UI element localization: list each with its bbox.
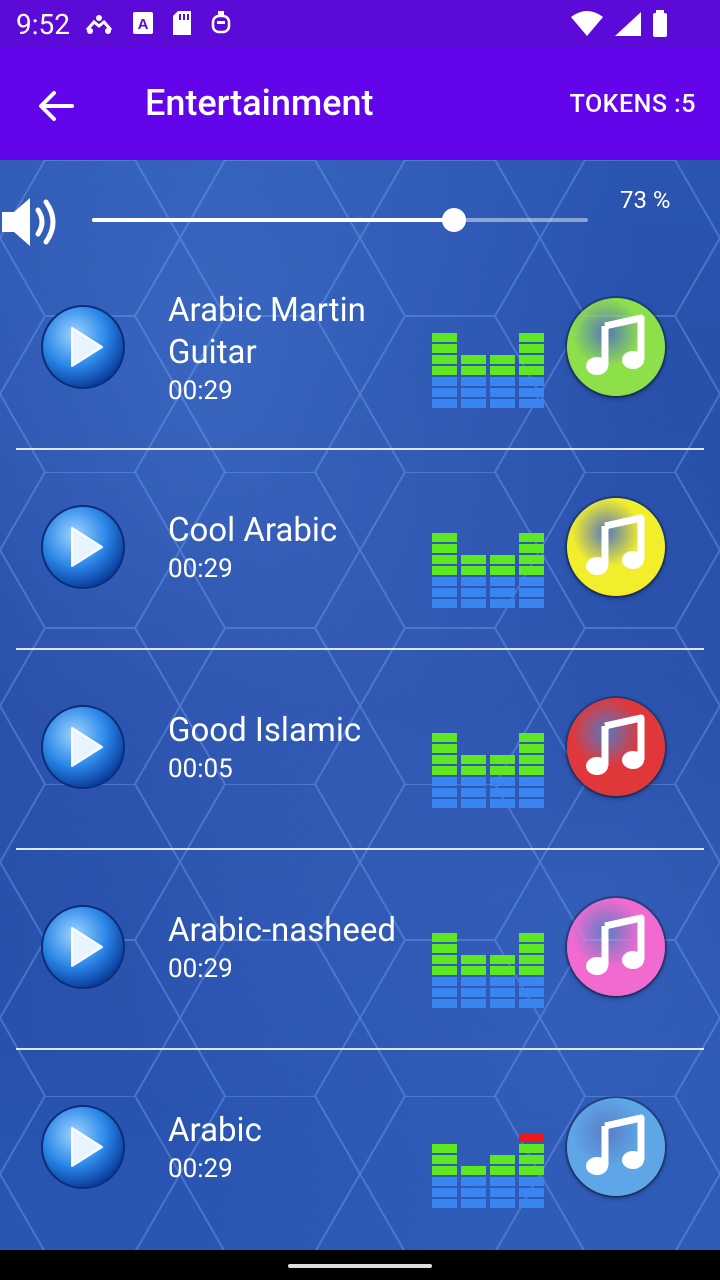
app-bar: Entertainment TOKENS :5 [0, 48, 720, 160]
status-bar: 9:52 A [0, 0, 720, 48]
battery-icon [653, 10, 667, 37]
track-row[interactable]: Arabic 00:29 [0, 1070, 720, 1250]
track-duration: 00:29 [168, 954, 233, 984]
music-note-icon [586, 1114, 645, 1175]
track-title: Arabic-nasheed [168, 911, 396, 950]
play-button[interactable] [40, 704, 126, 790]
play-button[interactable] [40, 1104, 126, 1190]
equalizer-icon [432, 733, 544, 808]
speaker-icon [2, 198, 56, 246]
row-divider [16, 848, 704, 850]
tokens-counter: TOKENS :5 [569, 90, 696, 119]
track-title: Good Islamic [168, 711, 362, 750]
equalizer-icon [432, 933, 544, 1008]
sd-card-icon [173, 11, 191, 35]
equalizer-icon [432, 533, 544, 608]
track-title: Cool Arabic [168, 511, 338, 550]
track-duration: 00:29 [168, 554, 233, 584]
robot-icon [211, 11, 231, 34]
music-note-button[interactable] [567, 298, 665, 396]
row-divider [16, 648, 704, 650]
track-row[interactable]: Cool Arabic 00:29 [0, 470, 720, 670]
home-indicator[interactable] [288, 1264, 432, 1268]
music-note-button[interactable] [567, 1098, 665, 1196]
music-note-button[interactable] [567, 898, 665, 996]
volume-thumb[interactable] [442, 208, 466, 232]
wifi-icon [571, 11, 603, 36]
track-duration: 00:05 [168, 754, 233, 784]
play-button[interactable] [40, 304, 126, 390]
track-title: Arabic Martin Guitar [168, 291, 366, 372]
signal-icon [615, 12, 641, 36]
track-info: Arabic-nasheed 00:29 [168, 910, 428, 986]
network-icon [85, 15, 113, 34]
track-title: Arabic [168, 1111, 262, 1150]
row-divider [16, 448, 704, 450]
music-note-icon [586, 914, 645, 975]
track-row[interactable]: Arabic Martin Guitar 00:29 [0, 270, 720, 470]
svg-text:A: A [138, 16, 149, 33]
music-note-icon [586, 514, 645, 575]
page-title: Entertainment [145, 82, 374, 124]
track-row[interactable]: Arabic-nasheed 00:29 [0, 870, 720, 1070]
music-note-button[interactable] [567, 698, 665, 796]
track-info: Arabic Martin Guitar 00:29 [168, 290, 428, 408]
volume-percent: 73 % [620, 186, 671, 214]
row-divider [16, 1048, 704, 1050]
equalizer-icon [432, 333, 544, 408]
status-system-icons [570, 10, 668, 38]
play-button[interactable] [40, 504, 126, 590]
equalizer-icon [432, 1133, 544, 1208]
music-note-icon [586, 714, 645, 775]
track-list-area: 73 % Arabic Martin Guitar 00:29 Cool Arabi… [0, 160, 720, 1250]
back-arrow-icon[interactable] [36, 86, 76, 126]
volume-slider[interactable] [92, 208, 588, 232]
track-info: Arabic 00:29 [168, 1110, 428, 1186]
font-icon: A [133, 12, 153, 34]
track-info: Good Islamic 00:05 [168, 710, 428, 786]
track-duration: 00:29 [168, 1154, 233, 1184]
track-duration: 00:29 [168, 376, 233, 406]
play-button[interactable] [40, 904, 126, 990]
track-row[interactable]: Good Islamic 00:05 [0, 670, 720, 870]
music-note-button[interactable] [567, 498, 665, 596]
track-info: Cool Arabic 00:29 [168, 510, 428, 586]
volume-fill [92, 218, 454, 222]
status-notification-icons: A [84, 10, 232, 36]
status-time: 9:52 [16, 8, 70, 41]
music-note-icon [586, 314, 645, 375]
